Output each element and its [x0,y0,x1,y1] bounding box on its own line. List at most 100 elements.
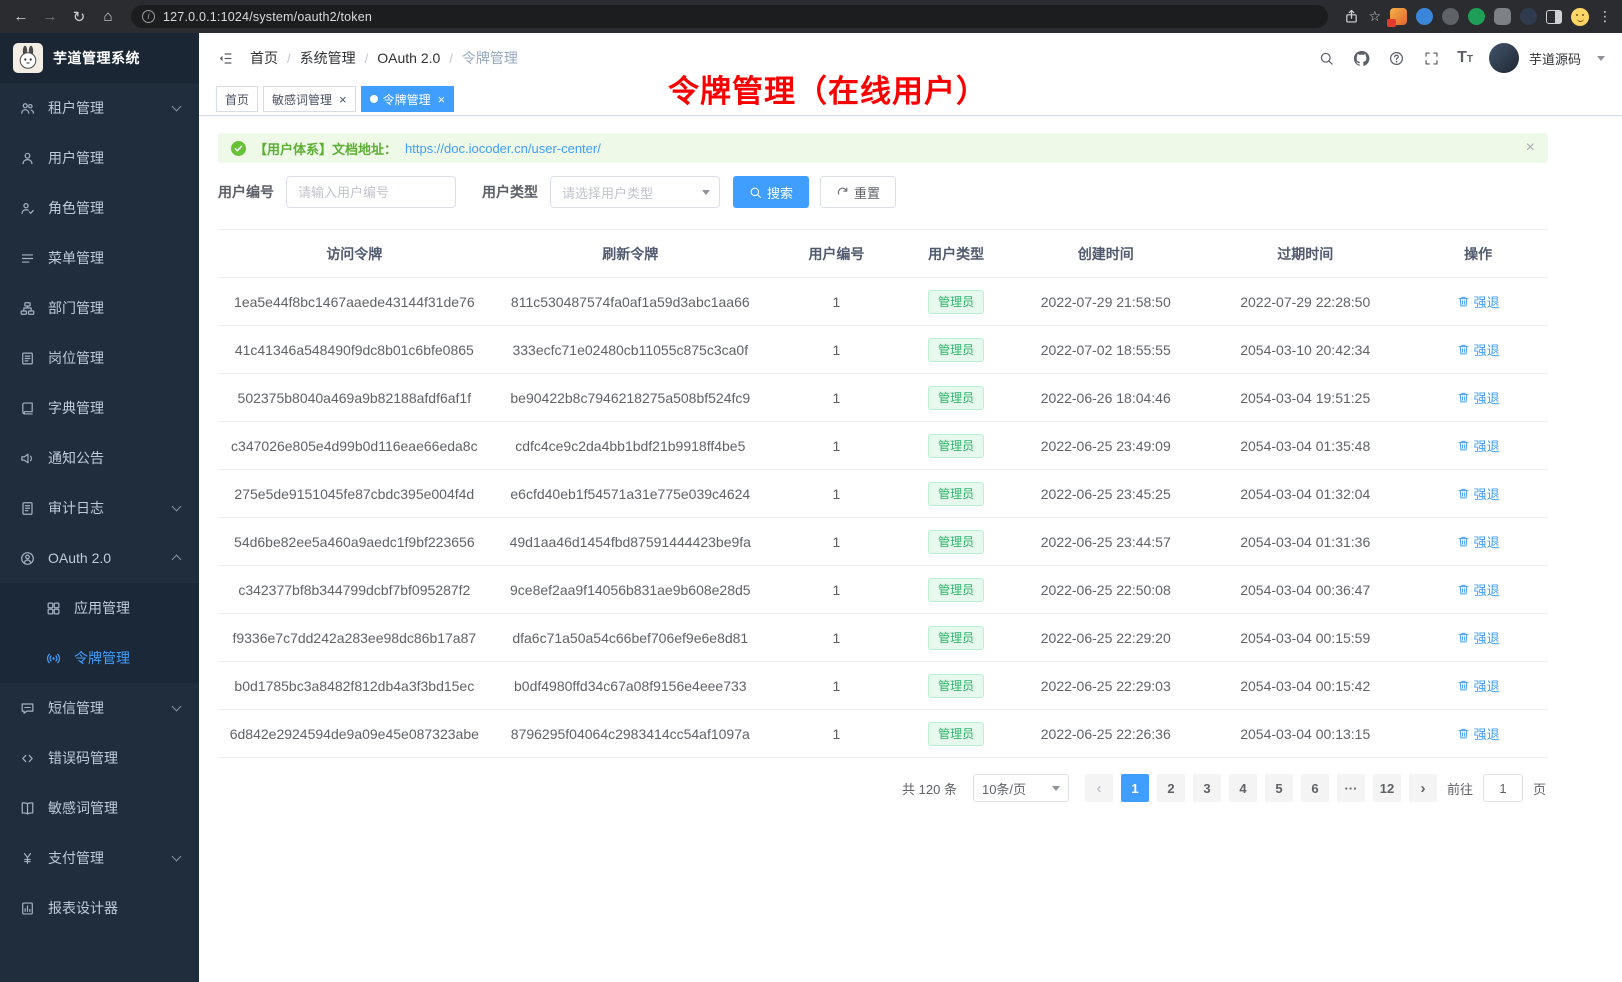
share-icon[interactable] [1344,9,1359,24]
tab-close-icon[interactable]: × [438,93,446,106]
cell-refresh-token: b0df4980ffd34c67a08f9156e4eee733 [491,662,770,710]
cell-expire-time: 2054-03-04 01:35:48 [1202,422,1408,470]
caret-down-icon[interactable] [1597,56,1605,61]
sidebar-item[interactable]: 部门管理 [0,283,199,333]
page-number-button[interactable]: 4 [1229,774,1257,802]
force-logout-button[interactable]: 强退 [1457,340,1500,359]
trash-icon [1457,631,1470,644]
help-icon[interactable] [1387,49,1406,68]
extensions-puzzle-icon[interactable] [1494,8,1511,25]
extension-icon[interactable] [1390,8,1407,25]
sidebar-item[interactable]: 应用管理 [0,583,199,633]
sidebar-item[interactable]: 审计日志 [0,483,199,533]
next-page-button[interactable]: › [1409,774,1437,802]
tab-home[interactable]: 首页 [216,86,258,112]
logo-image [13,43,43,73]
user-avatar[interactable] [1489,43,1519,73]
sidebar-item[interactable]: 菜单管理 [0,233,199,283]
force-logout-button[interactable]: 强退 [1457,388,1500,407]
force-logout-button[interactable]: 强退 [1457,580,1500,599]
extension-icon[interactable] [1416,8,1433,25]
reload-button[interactable]: ↻ [68,6,90,28]
app-title: 芋道管理系统 [53,48,140,68]
tab-sensitive-words[interactable]: 敏感词管理 × [263,86,356,112]
breadcrumb-item-oauth[interactable]: OAuth 2.0 [377,50,440,66]
font-size-icon[interactable]: TT [1457,50,1473,66]
sidebar-item[interactable]: 支付管理 [0,833,199,883]
sidebar-item[interactable]: 短信管理 [0,683,199,733]
extension-icon[interactable] [1442,8,1459,25]
sidebar-item[interactable]: 字典管理 [0,383,199,433]
sidebar-item[interactable]: 用户管理 [0,133,199,183]
force-logout-button[interactable]: 强退 [1457,676,1500,695]
col-expire-time: 过期时间 [1202,230,1408,278]
sidebar-item[interactable]: 租户管理 [0,83,199,133]
page-number-button[interactable]: 12 [1373,774,1401,802]
page-size-select[interactable]: 10条/页 [973,774,1069,802]
fullscreen-icon[interactable] [1422,49,1441,68]
sidebar-item-icon [19,550,35,566]
app-logo[interactable]: 芋道管理系统 [0,33,199,83]
extension-icon[interactable] [1468,8,1485,25]
table-row: c342377bf8b344799dcbf7bf095287f2 9ce8ef2… [218,566,1548,614]
side-panel-icon[interactable] [1546,10,1562,24]
page-number-button[interactable]: 6 [1301,774,1329,802]
forward-button[interactable]: → [39,6,61,28]
user-type-select[interactable]: 请选择用户类型 [550,176,720,208]
sidebar-item[interactable]: 令牌管理 [0,633,199,683]
search-icon[interactable] [1317,49,1336,68]
cell-refresh-token: e6cfd40eb1f54571a31e775e039c4624 [491,470,770,518]
sidebar-toggle-icon[interactable] [216,49,235,68]
sidebar-item-icon [45,650,61,666]
page-content: 【用户体系】文档地址： https://doc.iocoder.cn/user-… [199,116,1622,819]
topbar-actions: TT 芋道源码 [1317,43,1605,73]
sidebar-item-label: 租户管理 [48,98,104,118]
page-number-button[interactable]: ··· [1337,774,1365,802]
force-logout-button[interactable]: 强退 [1457,532,1500,551]
force-logout-button[interactable]: 强退 [1457,628,1500,647]
github-icon[interactable] [1352,49,1371,68]
goto-page-input[interactable] [1483,774,1523,802]
sidebar-item[interactable]: 错误码管理 [0,733,199,783]
bookmark-star-icon[interactable]: ☆ [1368,8,1381,25]
alert-close-icon[interactable]: × [1526,140,1535,156]
trash-icon [1457,487,1470,500]
address-bar[interactable]: i 127.0.0.1:1024/system/oauth2/token [131,5,1328,28]
prev-page-button[interactable]: ‹ [1085,774,1113,802]
force-logout-button[interactable]: 强退 [1457,484,1500,503]
extension-icon[interactable] [1520,8,1537,25]
browser-menu-icon[interactable]: ⋮ [1598,8,1612,25]
profile-avatar[interactable] [1571,8,1589,26]
page-number-button[interactable]: 3 [1193,774,1221,802]
sidebar-item[interactable]: 岗位管理 [0,333,199,383]
page-number-button[interactable]: 1 [1121,774,1149,802]
search-button[interactable]: 搜索 [733,176,809,208]
tab-token-management[interactable]: 令牌管理 × [361,86,455,112]
tab-label: 首页 [225,91,249,108]
force-logout-button[interactable]: 强退 [1457,436,1500,455]
back-button[interactable]: ← [10,6,32,28]
sidebar-item[interactable]: OAuth 2.0 [0,533,199,583]
force-logout-button[interactable]: 强退 [1457,292,1500,311]
username[interactable]: 芋道源码 [1529,49,1581,68]
cell-create-time: 2022-06-26 18:04:46 [1009,374,1202,422]
page-number-button[interactable]: 5 [1265,774,1293,802]
home-button[interactable]: ⌂ [97,6,119,28]
chevron-icon [172,702,182,712]
sidebar-item[interactable]: 角色管理 [0,183,199,233]
sidebar-item-label: 报表设计器 [48,898,118,918]
force-logout-button[interactable]: 强退 [1457,724,1500,743]
site-info-icon[interactable]: i [142,10,155,23]
reset-button[interactable]: 重置 [820,176,896,208]
sidebar-item[interactable]: 敏感词管理 [0,783,199,833]
user-id-input[interactable] [286,176,456,208]
sidebar-item[interactable]: 报表设计器 [0,883,199,933]
user-type-badge: 管理员 [928,338,984,362]
sidebar-item[interactable]: 通知公告 [0,433,199,483]
breadcrumb-item-system[interactable]: 系统管理 [300,48,356,68]
tab-close-icon[interactable]: × [339,93,347,106]
breadcrumb-item-home[interactable]: 首页 [250,48,278,68]
doc-link[interactable]: https://doc.iocoder.cn/user-center/ [405,141,601,156]
breadcrumb-separator: / [287,51,291,66]
page-number-button[interactable]: 2 [1157,774,1185,802]
